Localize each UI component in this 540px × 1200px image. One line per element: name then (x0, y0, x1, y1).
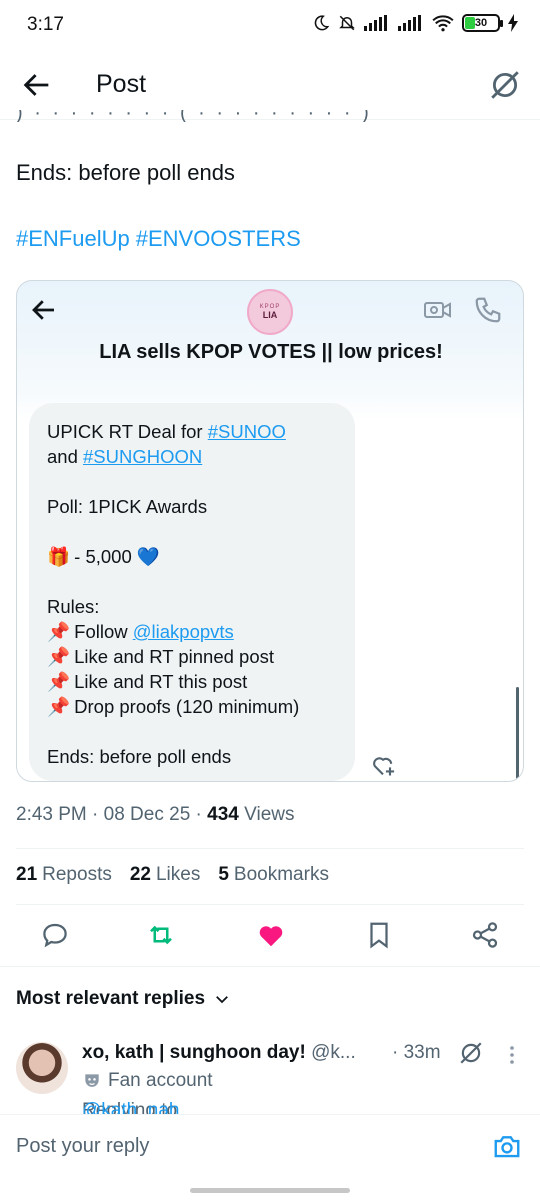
views-label: Views (238, 804, 295, 825)
likes-stat[interactable]: 22 Likes (130, 864, 201, 886)
bookmark-button[interactable] (364, 920, 394, 950)
camera-icon (494, 1136, 520, 1158)
post-text-ends: Ends: before poll ends (16, 160, 235, 185)
charging-icon (508, 14, 518, 32)
engagement-stats: 21 Reposts 22 Likes 5 Bookmarks (16, 864, 329, 886)
status-time: 3:17 (27, 14, 64, 35)
reply-button[interactable] (40, 920, 70, 950)
grok-button[interactable] (488, 68, 522, 102)
page-title: Post (96, 70, 147, 98)
card-avatar: KPOP LIA (247, 289, 293, 335)
gift-emoji: 🎁 (47, 546, 71, 567)
bookmarks-stat[interactable]: 5 Bookmarks (218, 864, 329, 886)
pin-emoji: 📌 (47, 671, 71, 692)
divider (16, 848, 524, 849)
avatar-name-text: LIA (262, 310, 278, 320)
msg-line2: and (47, 446, 84, 467)
status-icons: 30 (312, 14, 518, 32)
bookmark-icon (370, 922, 388, 949)
hashtag-link: #SUNGHOON (83, 446, 203, 467)
msg-poll: Poll: 1PICK Awards (47, 496, 208, 517)
wifi-icon (432, 14, 454, 32)
reply-author-name: xo, kath | sunghoon day! (82, 1042, 306, 1063)
hashtag-links: #ENFuelUp #ENVOOSTERS (16, 226, 307, 252)
repost-button[interactable] (146, 920, 176, 950)
signal-icon-2 (398, 15, 424, 31)
add-reaction-icon (369, 751, 397, 779)
back-arrow-icon (23, 74, 49, 96)
battery-icon: 30 (462, 14, 503, 32)
home-indicator[interactable] (190, 1188, 350, 1193)
like-icon (259, 926, 283, 947)
grok-icon (491, 71, 519, 99)
phone-icon (473, 295, 503, 325)
hashtag-link[interactable]: #ENFuelUp (16, 226, 130, 251)
video-call-icon (423, 297, 453, 323)
reply-icon (43, 923, 67, 948)
reply-input[interactable]: Post your reply (16, 1135, 149, 1158)
msg-rule2: Like and RT pinned post (69, 646, 275, 667)
hashtag-link: #SUNOO (207, 421, 286, 442)
bell-muted-icon (338, 14, 356, 32)
pin-emoji: 📌 (47, 696, 71, 717)
pin-emoji: 📌 (47, 621, 71, 642)
msg-price: - 5,000 (69, 546, 137, 567)
blue-heart-emoji: 💙 (136, 546, 160, 567)
status-bar: 3:17 30 (0, 0, 540, 50)
hashtag-link[interactable]: #ENVOOSTERS (136, 226, 301, 251)
reply-badge: Fan account (82, 1070, 213, 1092)
back-arrow-icon (32, 300, 54, 320)
camera-button[interactable] (492, 1131, 522, 1161)
share-icon (472, 922, 498, 948)
msg-ends: Ends: before poll ends (47, 746, 232, 767)
embedded-image-card[interactable]: KPOP LIA LIA sells KPOP VOTES || low pri… (16, 280, 524, 782)
signal-icon (364, 15, 390, 31)
replying-to-handle: @kath_nah (82, 1100, 180, 1114)
grok-icon[interactable] (458, 1040, 484, 1066)
share-button[interactable] (470, 920, 500, 950)
mention-link: @liakpopvts (132, 621, 234, 642)
back-button[interactable] (20, 68, 54, 102)
msg-rule1: Follow (69, 621, 133, 642)
timestamp-text: 2:43 PM · 08 Dec 25 · (16, 804, 208, 825)
card-back-arrow (29, 295, 59, 325)
views-count: 434 (207, 804, 239, 825)
action-bar (0, 912, 540, 960)
cut-off-text-line: ) · · · · · · · · ( · · · · · · · · · ) (16, 110, 372, 122)
battery-fill (465, 17, 476, 29)
msg-rule3: Like and RT this post (69, 671, 248, 692)
avatar[interactable] (16, 1042, 68, 1094)
divider (16, 904, 524, 905)
replying-to-line: Replying to @kath_nah (82, 1100, 382, 1114)
mask-icon (85, 1074, 99, 1087)
reply-time: · 33m (392, 1042, 441, 1063)
post-timestamp: 2:43 PM · 08 Dec 25 · 434 Views (16, 804, 294, 826)
moon-icon (312, 14, 330, 32)
card-scrollbar (516, 687, 519, 779)
msg-line1: UPICK RT Deal for (47, 421, 208, 442)
msg-rules-heading: Rules: (47, 596, 100, 617)
msg-rule4: Drop proofs (120 minimum) (69, 696, 300, 717)
pin-emoji: 📌 (47, 646, 71, 667)
reply-author[interactable]: xo, kath | sunghoon day! @k... (82, 1042, 356, 1064)
message-bubble: UPICK RT Deal for #SUNOO and #SUNGHOON P… (29, 403, 355, 781)
reply-composer[interactable]: Post your reply (0, 1114, 540, 1180)
card-title: LIA sells KPOP VOTES || low prices! (99, 341, 443, 363)
badge-label: Fan account (108, 1070, 213, 1091)
chevron-down-icon (216, 996, 228, 1004)
reply-handle: @k... (305, 1042, 356, 1063)
divider (0, 966, 540, 967)
more-vertical-icon[interactable] (504, 1044, 520, 1066)
battery-level: 30 (474, 17, 488, 29)
replies-heading: Most relevant replies (16, 988, 206, 1009)
reposts-stat[interactable]: 21 Reposts (16, 864, 112, 886)
replies-sort-dropdown[interactable]: Most relevant replies (16, 988, 231, 1010)
repost-icon (150, 925, 172, 945)
like-button[interactable] (256, 920, 286, 950)
